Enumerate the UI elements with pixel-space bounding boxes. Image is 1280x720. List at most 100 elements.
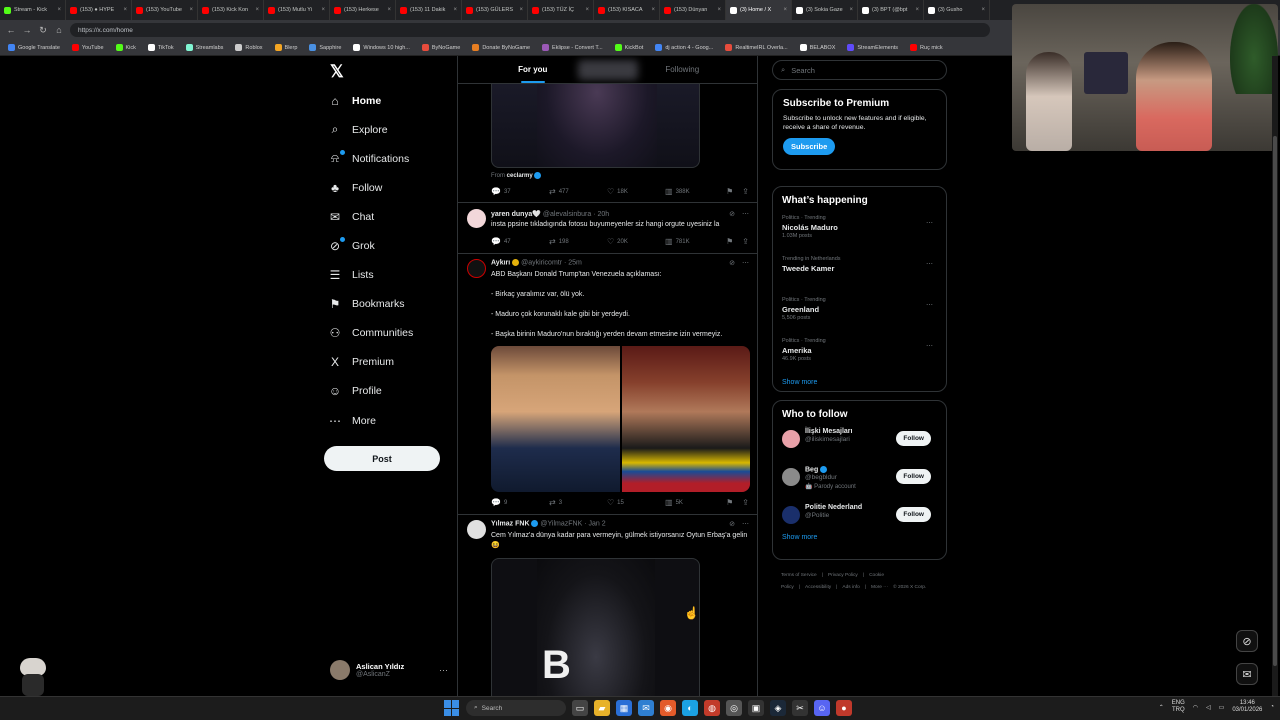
search-input[interactable]: ⌕ Search (772, 60, 947, 80)
show-more-link[interactable]: Show more (782, 379, 937, 386)
x-logo-icon[interactable]: 𝕏 (330, 62, 344, 82)
trend-item[interactable]: Trending in Netherlands Tweede Kamer ⋯ (782, 256, 937, 297)
grok-icon[interactable]: ⊘ (729, 520, 735, 528)
browser-tab[interactable]: (153) GÜLERS × (462, 0, 528, 20)
scrollbar[interactable] (1272, 56, 1278, 696)
reply-button[interactable]: 💬 9 (491, 498, 549, 507)
recorder-icon[interactable]: ● (836, 700, 852, 716)
close-tab-icon[interactable]: × (57, 7, 61, 13)
subscribe-button[interactable]: Subscribe (783, 138, 836, 155)
nav-item-notifications[interactable]: ⍾ Notifications (328, 144, 413, 173)
browser-tab[interactable]: (153) Dünyan × (660, 0, 726, 20)
browser-tab[interactable]: (3) Gusho × (924, 0, 990, 20)
avatar[interactable] (467, 259, 486, 278)
bookmark-item[interactable]: Ruç mick (906, 44, 947, 51)
close-tab-icon[interactable]: × (981, 7, 985, 13)
tweet-photo-left[interactable] (491, 346, 620, 492)
bookmark-item[interactable]: Windows 10 high... (349, 44, 413, 51)
scrollbar-thumb[interactable] (1273, 136, 1277, 666)
more-icon[interactable]: ⋯ (926, 301, 933, 309)
reply-button[interactable]: 💬 47 (491, 237, 549, 246)
nav-item-lists[interactable]: ☰ Lists (328, 261, 413, 290)
taskbar-search[interactable]: ⌕ Search (466, 700, 566, 716)
close-tab-icon[interactable]: × (321, 7, 325, 13)
views-button[interactable]: ▥ 781K (665, 237, 723, 246)
clock[interactable]: 13:46 03/01/2026 (1232, 700, 1262, 714)
more-icon[interactable]: ⋯ (742, 520, 749, 528)
close-tab-icon[interactable]: × (651, 7, 655, 13)
bookmark-item[interactable]: RealtimeIRL Overla... (721, 44, 791, 51)
close-tab-icon[interactable]: × (255, 7, 259, 13)
close-tab-icon[interactable]: × (519, 7, 523, 13)
browser-tab[interactable]: (153) Kick Kon × (198, 0, 264, 20)
file-explorer-icon[interactable]: ▰ (594, 700, 610, 716)
volume-icon[interactable]: ◁ (1206, 704, 1211, 711)
trend-item[interactable]: Politics · Trending Amerika 46.9K posts ⋯ (782, 338, 937, 379)
bookmark-item[interactable]: BELABOX (796, 44, 840, 51)
like-button[interactable]: ♡ 20K (607, 237, 665, 246)
bookmark-item[interactable]: Streamlabs (182, 44, 228, 51)
app-icon[interactable]: ▣ (748, 700, 764, 716)
bookmark-item[interactable]: Google Translate (4, 44, 64, 51)
account-switcher[interactable]: Aslican Yıldız @AslicanZ ⋯ (330, 660, 448, 680)
capcut-icon[interactable]: ✂ (792, 700, 808, 716)
back-icon[interactable]: ← (6, 25, 16, 35)
follow-button[interactable]: Follow (896, 431, 931, 446)
like-button[interactable]: ♡ 18K (607, 187, 665, 196)
more-icon[interactable]: ⋯ (742, 210, 749, 218)
bookmark-item[interactable]: Blerp (271, 44, 302, 51)
browser-tab[interactable]: (153) TÜZ İÇ × (528, 0, 594, 20)
trend-item[interactable]: Politics · Trending Nicolás Maduro 1.03M p… (782, 215, 937, 256)
edge-icon[interactable]: ◐ (682, 700, 698, 716)
more-options-icon[interactable]: ⋯ (439, 665, 448, 676)
more-icon[interactable]: ⋯ (926, 342, 933, 350)
show-more-link[interactable]: Show more (782, 534, 937, 541)
url-field[interactable]: https://x.com/home (70, 23, 990, 37)
author-name[interactable]: Aykırı (491, 259, 510, 266)
tweet-photo-right[interactable] (621, 346, 750, 492)
battery-icon[interactable]: ▭ (1219, 704, 1225, 711)
bookmark-item[interactable]: Roblox (231, 44, 266, 51)
follow-button[interactable]: Follow (896, 469, 931, 484)
avatar[interactable] (782, 468, 800, 486)
close-tab-icon[interactable]: × (585, 7, 589, 13)
firefox-icon[interactable]: ◍ (704, 700, 720, 716)
share-icon[interactable]: ⇪ (742, 237, 749, 246)
nav-item-premium[interactable]: X Premium (328, 348, 413, 377)
home-icon[interactable]: ⌂ (54, 25, 64, 35)
bookmark-item[interactable]: TikTok (144, 44, 178, 51)
footer-link[interactable]: More ··· (871, 585, 888, 590)
browser-tab[interactable]: (3) Sokia Gaze × (792, 0, 858, 20)
tweet-media[interactable] (491, 84, 700, 168)
footer-link[interactable]: Accessibility (805, 585, 831, 590)
footer-link[interactable]: Terms of Service (781, 573, 817, 578)
bookmark-item[interactable]: Kick (112, 44, 140, 51)
follow-suggestion[interactable]: İlişki Mesajları @iliskimesajlari Follow (782, 428, 937, 466)
nav-item-more[interactable]: ⋯ More (328, 406, 413, 435)
reload-icon[interactable]: ↻ (38, 25, 48, 36)
footer-link[interactable]: © 2026 X Corp. (893, 585, 926, 590)
more-icon[interactable]: ⋯ (926, 260, 933, 268)
repost-button[interactable]: ⇄ 477 (549, 187, 607, 196)
nav-item-grok[interactable]: ⊘ Grok (328, 231, 413, 260)
chrome-icon[interactable]: ◉ (660, 700, 676, 716)
footer-link[interactable]: Ads info (842, 585, 859, 590)
browser-tab[interactable]: (153) Mutlu Yi × (264, 0, 330, 20)
nav-item-explore[interactable]: ⌕ Explore (328, 115, 413, 144)
tray-chevron-icon[interactable]: ⌃ (1159, 704, 1164, 711)
close-tab-icon[interactable]: × (387, 7, 391, 13)
share-icon[interactable]: ⇪ (742, 498, 749, 507)
close-tab-icon[interactable]: × (717, 7, 721, 13)
browser-tab[interactable]: (153) YouTube × (132, 0, 198, 20)
avatar[interactable] (782, 430, 800, 448)
bookmark-item[interactable]: YouTube (68, 44, 108, 51)
views-button[interactable]: ▥ 5K (665, 498, 723, 507)
views-button[interactable]: ▥ 388K (665, 187, 723, 196)
author-name[interactable]: Yılmaz FNK (491, 520, 530, 527)
grok-icon[interactable]: ⊘ (729, 259, 735, 267)
post-button[interactable]: Post (324, 446, 440, 471)
more-icon[interactable]: ⋯ (926, 219, 933, 227)
close-tab-icon[interactable]: × (453, 7, 457, 13)
browser-tab[interactable]: (153) KISACA × (594, 0, 660, 20)
nav-item-communities[interactable]: ⚇ Communities (328, 319, 414, 348)
